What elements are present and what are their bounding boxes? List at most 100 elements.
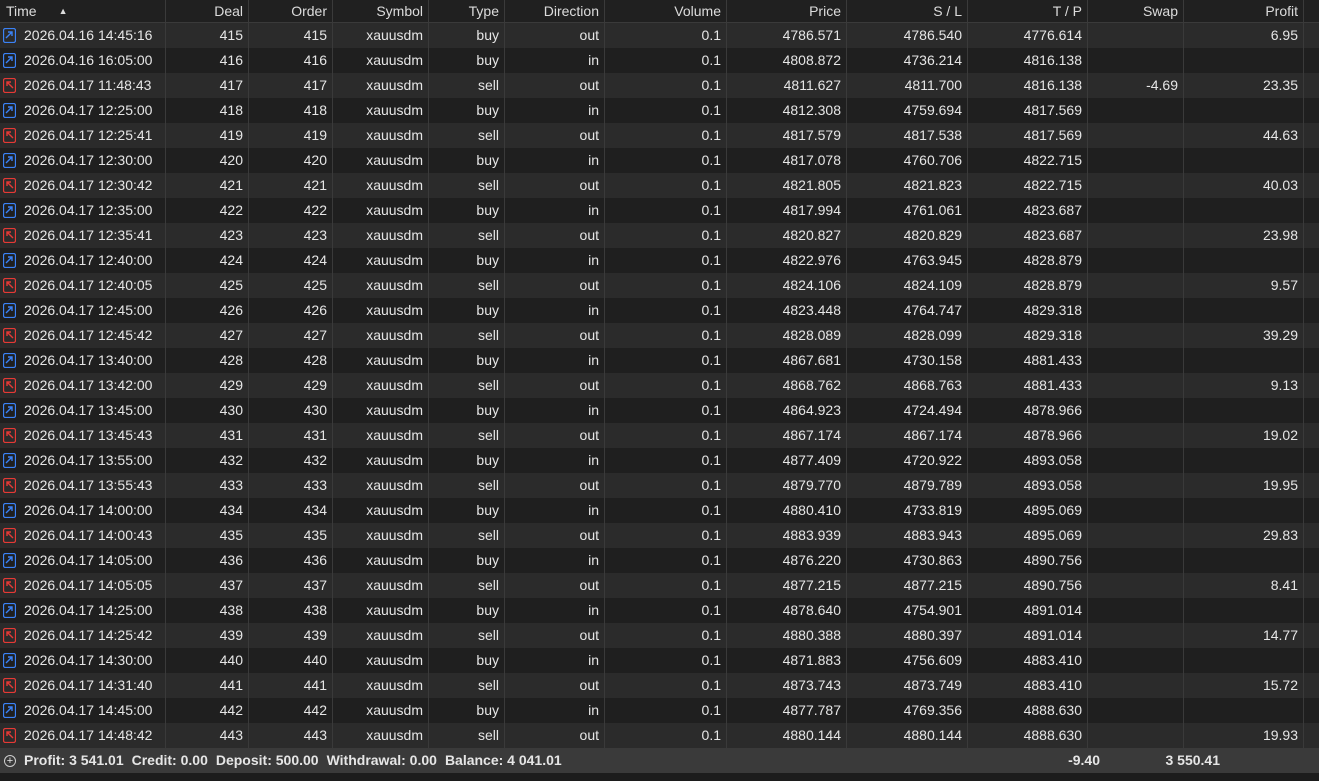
table-row[interactable]: 2026.04.17 12:35:41 423 423 xauusdm sell out 0… bbox=[0, 223, 1319, 248]
cell-swap bbox=[1088, 423, 1184, 448]
cell-time: 2026.04.17 14:25:42 bbox=[0, 623, 166, 648]
table-row[interactable]: 2026.04.17 12:45:42 427 427 xauusdm sell out 0… bbox=[0, 323, 1319, 348]
cell-tp: 4888.630 bbox=[968, 723, 1088, 748]
time-value: 2026.04.17 14:05:05 bbox=[24, 577, 153, 593]
cell-type: buy bbox=[429, 98, 505, 123]
table-row[interactable]: 2026.04.17 14:31:40 441 441 xauusdm sell out 0… bbox=[0, 673, 1319, 698]
cell-deal: 420 bbox=[166, 148, 249, 173]
table-row[interactable]: 2026.04.17 12:35:00 422 422 xauusdm buy in 0.1… bbox=[0, 198, 1319, 223]
cell-volume: 0.1 bbox=[605, 348, 727, 373]
cell-volume: 0.1 bbox=[605, 148, 727, 173]
table-row[interactable]: 2026.04.17 13:55:00 432 432 xauusdm buy in 0.1… bbox=[0, 448, 1319, 473]
cell-swap bbox=[1088, 473, 1184, 498]
deals-history-table: Time ▲ Deal Order Symbol Type Direction V… bbox=[0, 0, 1319, 781]
column-header-deal[interactable]: Deal bbox=[166, 0, 249, 23]
time-value: 2026.04.17 14:45:00 bbox=[24, 702, 153, 718]
cell-type: sell bbox=[429, 323, 505, 348]
cell-type: buy bbox=[429, 698, 505, 723]
table-row[interactable]: 2026.04.17 14:48:42 443 443 xauusdm sell out 0… bbox=[0, 723, 1319, 748]
column-header-sl[interactable]: S / L bbox=[847, 0, 968, 23]
column-header-profit[interactable]: Profit bbox=[1184, 0, 1304, 23]
cell-volume: 0.1 bbox=[605, 323, 727, 348]
cell-sl: 4867.174 bbox=[847, 423, 968, 448]
cell-deal: 440 bbox=[166, 648, 249, 673]
cell-order: 424 bbox=[249, 248, 333, 273]
cell-type: buy bbox=[429, 298, 505, 323]
cell-direction: out bbox=[505, 323, 605, 348]
sell-out-icon bbox=[3, 578, 16, 593]
column-header-order[interactable]: Order bbox=[249, 0, 333, 23]
table-row[interactable]: 2026.04.17 13:40:00 428 428 xauusdm buy in 0.1… bbox=[0, 348, 1319, 373]
time-value: 2026.04.17 12:40:05 bbox=[24, 277, 153, 293]
cell-volume: 0.1 bbox=[605, 473, 727, 498]
table-row[interactable]: 2026.04.17 14:00:43 435 435 xauusdm sell out 0… bbox=[0, 523, 1319, 548]
cell-deal: 417 bbox=[166, 73, 249, 98]
cell-sl: 4880.397 bbox=[847, 623, 968, 648]
cell-tp: 4828.879 bbox=[968, 273, 1088, 298]
cell-direction: in bbox=[505, 298, 605, 323]
cell-direction: in bbox=[505, 648, 605, 673]
column-header-swap[interactable]: Swap bbox=[1088, 0, 1184, 23]
row-filler bbox=[1304, 523, 1319, 548]
cell-profit: 9.57 bbox=[1184, 273, 1304, 298]
cell-direction: out bbox=[505, 73, 605, 98]
table-row[interactable]: 2026.04.16 16:05:00 416 416 xauusdm buy in 0.1… bbox=[0, 48, 1319, 73]
cell-type: buy bbox=[429, 198, 505, 223]
summary-totals: + Profit: 3 541.01 Credit: 0.00 Deposit:… bbox=[0, 748, 1009, 773]
table-row[interactable]: 2026.04.17 14:25:00 438 438 xauusdm buy in 0.1… bbox=[0, 598, 1319, 623]
cell-price: 4817.579 bbox=[727, 123, 847, 148]
cell-tp: 4893.058 bbox=[968, 473, 1088, 498]
cell-order: 432 bbox=[249, 448, 333, 473]
cell-volume: 0.1 bbox=[605, 498, 727, 523]
time-value: 2026.04.17 13:55:00 bbox=[24, 452, 153, 468]
table-row[interactable]: 2026.04.17 12:30:00 420 420 xauusdm buy in 0.1… bbox=[0, 148, 1319, 173]
cell-volume: 0.1 bbox=[605, 648, 727, 673]
cell-price: 4877.787 bbox=[727, 698, 847, 723]
cell-direction: out bbox=[505, 523, 605, 548]
table-row[interactable]: 2026.04.17 13:45:00 430 430 xauusdm buy in 0.1… bbox=[0, 398, 1319, 423]
cell-deal: 433 bbox=[166, 473, 249, 498]
table-row[interactable]: 2026.04.17 14:05:00 436 436 xauusdm buy in 0.1… bbox=[0, 548, 1319, 573]
column-header-symbol[interactable]: Symbol bbox=[333, 0, 429, 23]
cell-volume: 0.1 bbox=[605, 223, 727, 248]
time-value: 2026.04.17 12:35:00 bbox=[24, 202, 153, 218]
cell-time: 2026.04.17 12:30:00 bbox=[0, 148, 166, 173]
cell-sl: 4761.061 bbox=[847, 198, 968, 223]
table-row[interactable]: 2026.04.17 13:42:00 429 429 xauusdm sell out 0… bbox=[0, 373, 1319, 398]
column-header-tp[interactable]: T / P bbox=[968, 0, 1088, 23]
cell-price: 4812.308 bbox=[727, 98, 847, 123]
cell-symbol: xauusdm bbox=[333, 198, 429, 223]
table-row[interactable]: 2026.04.17 12:40:05 425 425 xauusdm sell out 0… bbox=[0, 273, 1319, 298]
column-header-time[interactable]: Time ▲ bbox=[0, 0, 166, 23]
cell-time: 2026.04.17 12:45:00 bbox=[0, 298, 166, 323]
table-row[interactable]: 2026.04.17 12:45:00 426 426 xauusdm buy in 0.1… bbox=[0, 298, 1319, 323]
table-row[interactable]: 2026.04.17 14:00:00 434 434 xauusdm buy in 0.1… bbox=[0, 498, 1319, 523]
column-header-price[interactable]: Price bbox=[727, 0, 847, 23]
table-row[interactable]: 2026.04.17 14:05:05 437 437 xauusdm sell out 0… bbox=[0, 573, 1319, 598]
table-row[interactable]: 2026.04.17 14:30:00 440 440 xauusdm buy in 0.1… bbox=[0, 648, 1319, 673]
time-value: 2026.04.17 14:25:42 bbox=[24, 627, 153, 643]
table-row[interactable]: 2026.04.17 12:25:00 418 418 xauusdm buy in 0.1… bbox=[0, 98, 1319, 123]
table-row[interactable]: 2026.04.17 11:48:43 417 417 xauusdm sell out 0… bbox=[0, 73, 1319, 98]
row-filler bbox=[1304, 698, 1319, 723]
cell-tp: 4817.569 bbox=[968, 123, 1088, 148]
table-row[interactable]: 2026.04.17 14:45:00 442 442 xauusdm buy in 0.1… bbox=[0, 698, 1319, 723]
cell-symbol: xauusdm bbox=[333, 123, 429, 148]
cell-order: 438 bbox=[249, 598, 333, 623]
buy-in-icon bbox=[3, 153, 16, 168]
time-value: 2026.04.17 13:55:43 bbox=[24, 477, 153, 493]
table-row[interactable]: 2026.04.17 12:30:42 421 421 xauusdm sell out 0… bbox=[0, 173, 1319, 198]
column-header-volume[interactable]: Volume bbox=[605, 0, 727, 23]
table-row[interactable]: 2026.04.17 13:45:43 431 431 xauusdm sell out 0… bbox=[0, 423, 1319, 448]
column-header-type[interactable]: Type bbox=[429, 0, 505, 23]
cell-price: 4817.994 bbox=[727, 198, 847, 223]
table-row[interactable]: 2026.04.17 12:25:41 419 419 xauusdm sell out 0… bbox=[0, 123, 1319, 148]
cell-sl: 4828.099 bbox=[847, 323, 968, 348]
plus-circle-icon[interactable]: + bbox=[4, 754, 16, 767]
row-filler bbox=[1304, 298, 1319, 323]
table-row[interactable]: 2026.04.17 12:40:00 424 424 xauusdm buy in 0.1… bbox=[0, 248, 1319, 273]
column-header-direction[interactable]: Direction bbox=[505, 0, 605, 23]
table-row[interactable]: 2026.04.17 14:25:42 439 439 xauusdm sell out 0… bbox=[0, 623, 1319, 648]
table-row[interactable]: 2026.04.16 14:45:16 415 415 xauusdm buy out 0.… bbox=[0, 23, 1319, 48]
table-row[interactable]: 2026.04.17 13:55:43 433 433 xauusdm sell out 0… bbox=[0, 473, 1319, 498]
